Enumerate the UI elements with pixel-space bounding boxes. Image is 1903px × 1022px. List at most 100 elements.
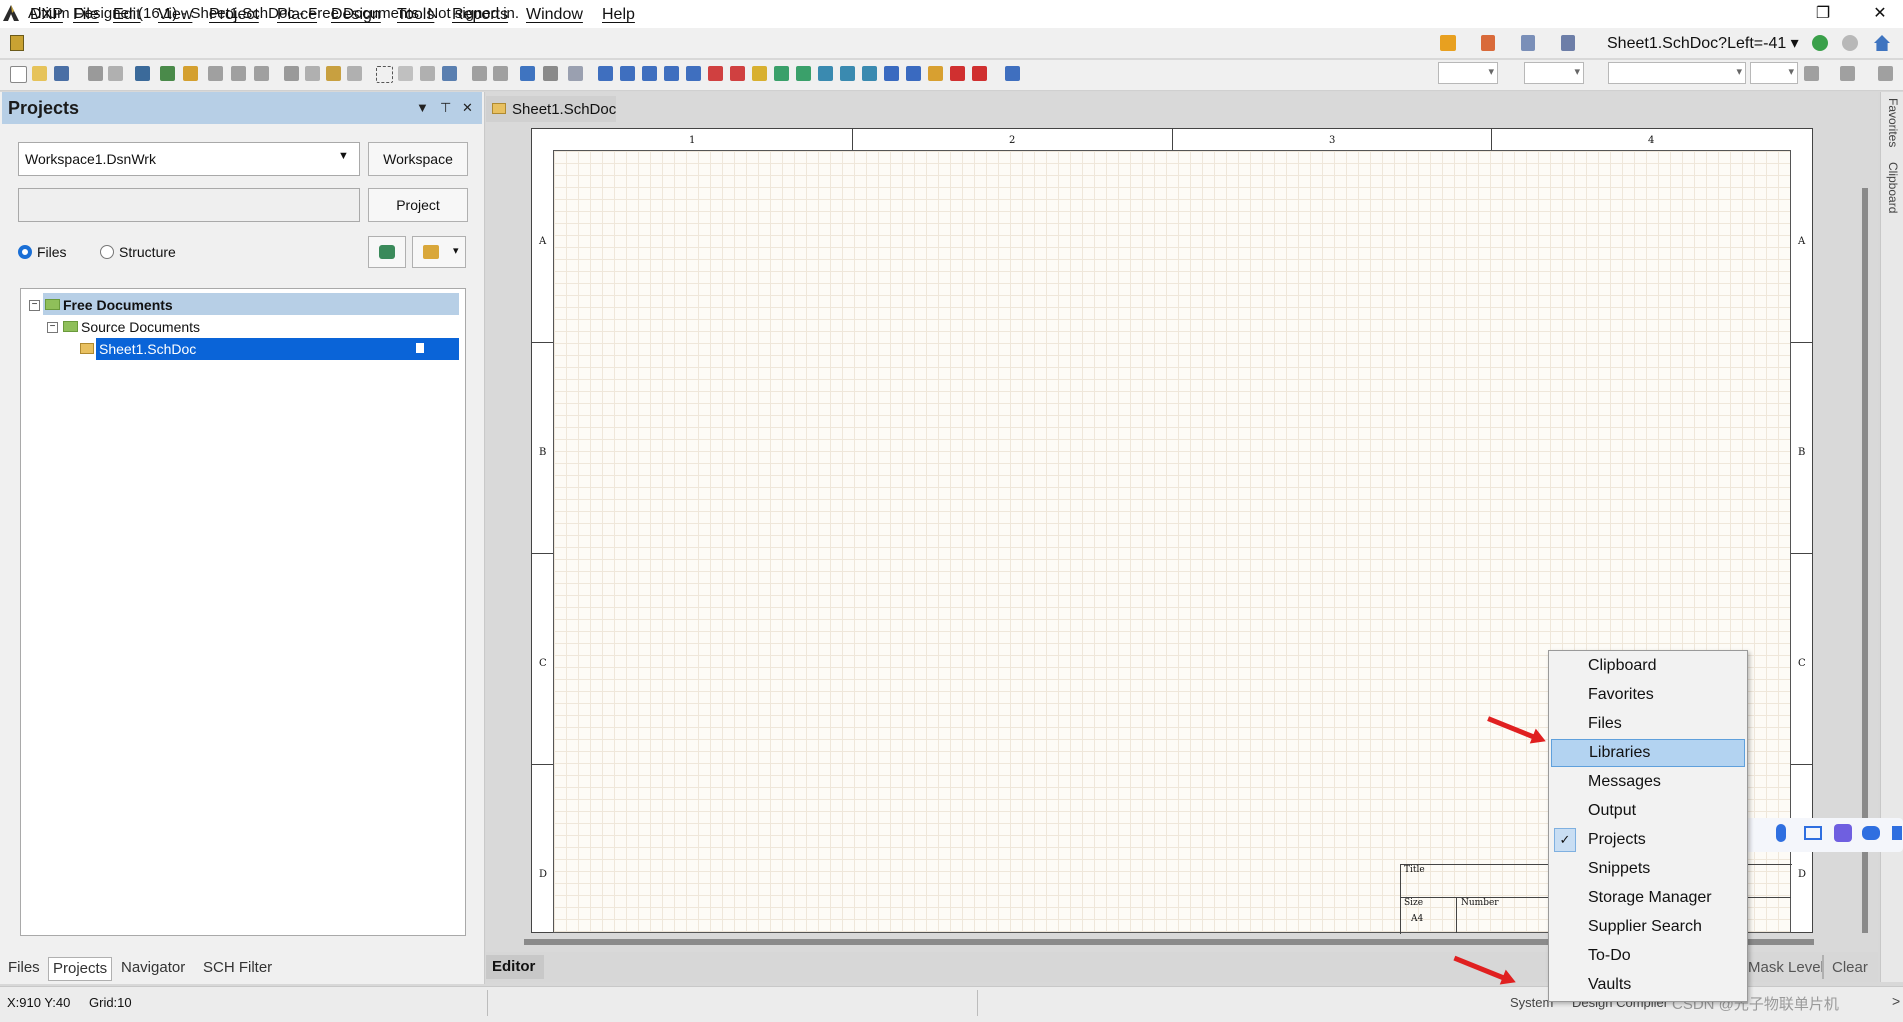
place-net-label-icon[interactable]: [686, 66, 701, 81]
project-button[interactable]: Project: [368, 188, 468, 222]
menu-item-snippets[interactable]: Snippets: [1551, 856, 1745, 883]
toolbar-combo-4[interactable]: [1750, 62, 1798, 84]
new-file-icon[interactable]: [10, 66, 27, 83]
menu-help[interactable]: Help: [602, 6, 635, 24]
menu-view[interactable]: View: [158, 6, 192, 24]
rubber-stamp-icon[interactable]: [347, 66, 362, 81]
structure-radio[interactable]: [100, 245, 114, 259]
document-tab[interactable]: Sheet1.SchDoc: [486, 96, 616, 122]
collapse-icon[interactable]: −: [29, 300, 40, 311]
place-device-sheet-icon[interactable]: [818, 66, 833, 81]
place-directive-icon[interactable]: [928, 66, 943, 81]
menu-item-to-do[interactable]: To-Do: [1551, 943, 1745, 970]
export-button[interactable]: ▾: [412, 236, 466, 268]
place-harness-connector-icon[interactable]: [840, 66, 855, 81]
refresh-button[interactable]: [368, 236, 406, 268]
up-down-hierarchy-icon[interactable]: [520, 66, 535, 81]
place-wire-icon[interactable]: [598, 66, 613, 81]
folder-icon[interactable]: [183, 66, 198, 81]
menu-edit[interactable]: Edit: [113, 6, 141, 24]
status-more-chevron[interactable]: >: [1892, 993, 1900, 1009]
sheet-toolbar-icon[interactable]: [1440, 35, 1456, 51]
cut-icon[interactable]: [284, 66, 299, 81]
menu-item-favorites[interactable]: Favorites: [1551, 682, 1745, 709]
move-icon[interactable]: [398, 66, 413, 81]
place-sheet-entry-icon[interactable]: [796, 66, 811, 81]
place-part-icon[interactable]: [752, 66, 767, 81]
panel-close-icon[interactable]: ✕: [462, 100, 473, 116]
clear-button[interactable]: Clear: [1832, 959, 1868, 976]
workspace-select[interactable]: Workspace1.DsnWrk: [18, 142, 360, 176]
cross-probe-icon[interactable]: [543, 66, 558, 81]
menu-item-files[interactable]: Files: [1551, 711, 1745, 738]
close-button[interactable]: ✕: [1857, 0, 1903, 28]
tab-sch-filter[interactable]: SCH Filter: [199, 957, 276, 981]
copy-icon[interactable]: [305, 66, 320, 81]
grid-toolbar-icon[interactable]: [1561, 35, 1575, 51]
layout-icon[interactable]: [1878, 66, 1893, 81]
menu-dxp[interactable]: DXP: [30, 6, 63, 24]
place-bus-icon[interactable]: [620, 66, 635, 81]
clear-filter-icon[interactable]: [442, 66, 457, 81]
menu-design[interactable]: Design: [331, 6, 381, 24]
restore-button[interactable]: ❐: [1800, 0, 1846, 28]
menu-window[interactable]: Window: [526, 6, 583, 24]
place-bus-entry-icon[interactable]: [642, 66, 657, 81]
menu-file[interactable]: File: [73, 6, 99, 24]
print-icon[interactable]: [88, 66, 103, 81]
back-icon[interactable]: [1812, 35, 1828, 51]
menu-place[interactable]: Place: [277, 6, 317, 24]
sidebar-tab-clipboard[interactable]: Clipboard: [1886, 162, 1900, 213]
pin-icon[interactable]: ⊤: [440, 100, 451, 116]
place-harness-icon[interactable]: [664, 66, 679, 81]
tab-files[interactable]: Files: [4, 957, 44, 981]
tab-navigator[interactable]: Navigator: [117, 957, 189, 981]
menu-item-output[interactable]: Output: [1551, 798, 1745, 825]
open-project-icon[interactable]: [135, 66, 150, 81]
forward-icon[interactable]: [1842, 35, 1858, 51]
distribute-icon[interactable]: [1840, 66, 1855, 81]
document-address-field[interactable]: Sheet1.SchDoc?Left=-41 ▾: [1607, 33, 1799, 53]
toolbar-combo-2[interactable]: [1524, 62, 1584, 84]
place-off-sheet-connector-icon[interactable]: [906, 66, 921, 81]
microphone-icon[interactable]: [1776, 824, 1786, 842]
gamepad-icon[interactable]: [1862, 826, 1880, 840]
place-gnd-port-icon[interactable]: [708, 66, 723, 81]
system-panel-button[interactable]: System: [1510, 995, 1553, 1010]
menu-item-messages[interactable]: Messages: [1551, 769, 1745, 796]
ground-toolbar-icon[interactable]: [1521, 35, 1535, 51]
mask-level-button[interactable]: Mask Level: [1748, 959, 1824, 976]
tab-projects[interactable]: Projects: [48, 957, 113, 981]
zoom-area-icon[interactable]: [231, 66, 246, 81]
menu-item-libraries[interactable]: Libraries: [1551, 739, 1745, 767]
undo-icon[interactable]: [472, 66, 487, 81]
sidebar-tab-favorites[interactable]: Favorites: [1886, 98, 1900, 147]
collapse-icon[interactable]: −: [47, 322, 58, 333]
menu-item-storage-manager[interactable]: Storage Manager: [1551, 885, 1745, 912]
project-input[interactable]: [18, 188, 360, 222]
toolbar-combo-3[interactable]: [1608, 62, 1746, 84]
panel-menu-icon[interactable]: ▼: [416, 100, 429, 115]
menu-item-projects[interactable]: Projects: [1551, 827, 1745, 854]
wire-toolbar-icon[interactable]: [1481, 35, 1495, 51]
zoom-selected-icon[interactable]: [254, 66, 269, 81]
align-icon[interactable]: [1804, 66, 1819, 81]
place-harness-entry-icon[interactable]: [862, 66, 877, 81]
skin-icon[interactable]: [1834, 824, 1852, 842]
paste-icon[interactable]: [326, 66, 341, 81]
toolbar-combo-1[interactable]: [1438, 62, 1498, 84]
place-vcc-port-icon[interactable]: [730, 66, 745, 81]
menu-item-clipboard[interactable]: Clipboard: [1551, 653, 1745, 680]
place-port-icon[interactable]: [884, 66, 899, 81]
menu-tools[interactable]: Tools: [397, 6, 434, 24]
print-preview-icon[interactable]: [108, 66, 123, 81]
place-sheet-symbol-icon[interactable]: [774, 66, 789, 81]
keyboard-icon[interactable]: [1804, 826, 1822, 840]
deselect-icon[interactable]: [420, 66, 435, 81]
menu-item-supplier-search[interactable]: Supplier Search: [1551, 914, 1745, 941]
tree-group-label[interactable]: Source Documents: [81, 319, 200, 335]
zoom-fit-icon[interactable]: [208, 66, 223, 81]
drawing-tools-icon[interactable]: [1005, 66, 1020, 81]
device-sheet-icon[interactable]: [160, 66, 175, 81]
redo-icon[interactable]: [493, 66, 508, 81]
